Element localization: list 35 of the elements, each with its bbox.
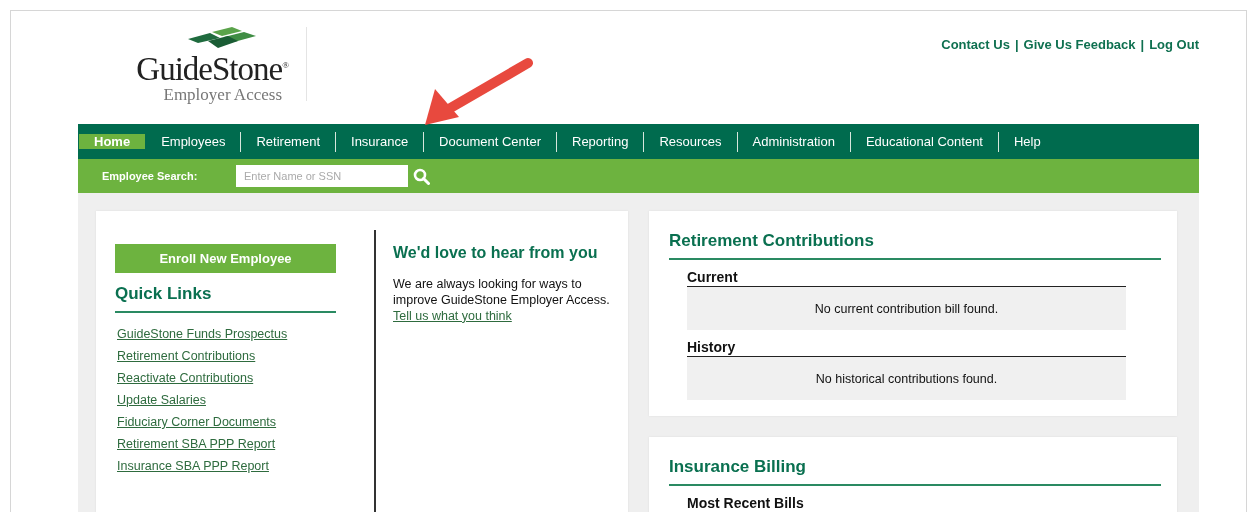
link-separator: |	[1140, 37, 1145, 54]
quick-link[interactable]: Fiduciary Corner Documents	[117, 415, 354, 429]
quick-links-title: Quick Links	[115, 284, 336, 313]
card-title: Insurance Billing	[669, 457, 1161, 486]
quick-link[interactable]: Retirement Contributions	[117, 349, 354, 363]
quick-link[interactable]: Reactivate Contributions	[117, 371, 354, 385]
feedback-title: We'd love to hear from you	[393, 244, 599, 262]
feedback-text: We are always looking for ways to improve GuideStone Employer Access.	[393, 276, 611, 309]
nav-tab[interactable]: Insurance	[336, 134, 424, 149]
nav-tab[interactable]: Administration	[737, 134, 850, 149]
header-link[interactable]: Give Us Feedback	[1023, 37, 1136, 57]
card-title: Retirement Contributions	[669, 231, 1161, 260]
link-separator: |	[1014, 37, 1019, 54]
logo-subtitle: Employer Access	[163, 86, 282, 103]
nav-tab[interactable]: Reporting	[557, 134, 644, 149]
header-link[interactable]: Log Out	[1149, 37, 1199, 57]
nav-tab[interactable]: Employees	[146, 134, 241, 149]
nav-tab[interactable]: Educational Content	[850, 134, 998, 149]
empty-message: No current contribution bill found.	[687, 287, 1126, 330]
nav-tab[interactable]: Document Center	[424, 134, 556, 149]
quick-link[interactable]: GuideStone Funds Prospectus	[117, 327, 354, 341]
quick-link[interactable]: Update Salaries	[117, 393, 354, 407]
search-icon[interactable]	[413, 167, 430, 185]
header-link[interactable]: Contact Us	[941, 37, 1010, 57]
nav-tab[interactable]: Resources	[644, 134, 737, 149]
quick-link[interactable]: Retirement SBA PPP Report	[117, 437, 354, 451]
nav-tab[interactable]: Help	[999, 134, 1056, 149]
logo-name: GuideStone$^{®}$	[136, 53, 288, 86]
empty-message: No historical contributions found.	[687, 357, 1126, 400]
nav-tab[interactable]: Retirement	[241, 134, 335, 149]
search-field[interactable]: Enter Name or SSN	[236, 165, 408, 187]
quick-link[interactable]: Insurance SBA PPP Report	[117, 459, 354, 473]
search-label: Employee Search:	[102, 170, 199, 182]
section-heading: Most Recent Bills	[687, 495, 1126, 512]
feedback-link[interactable]: Tell us what you think	[393, 308, 618, 323]
